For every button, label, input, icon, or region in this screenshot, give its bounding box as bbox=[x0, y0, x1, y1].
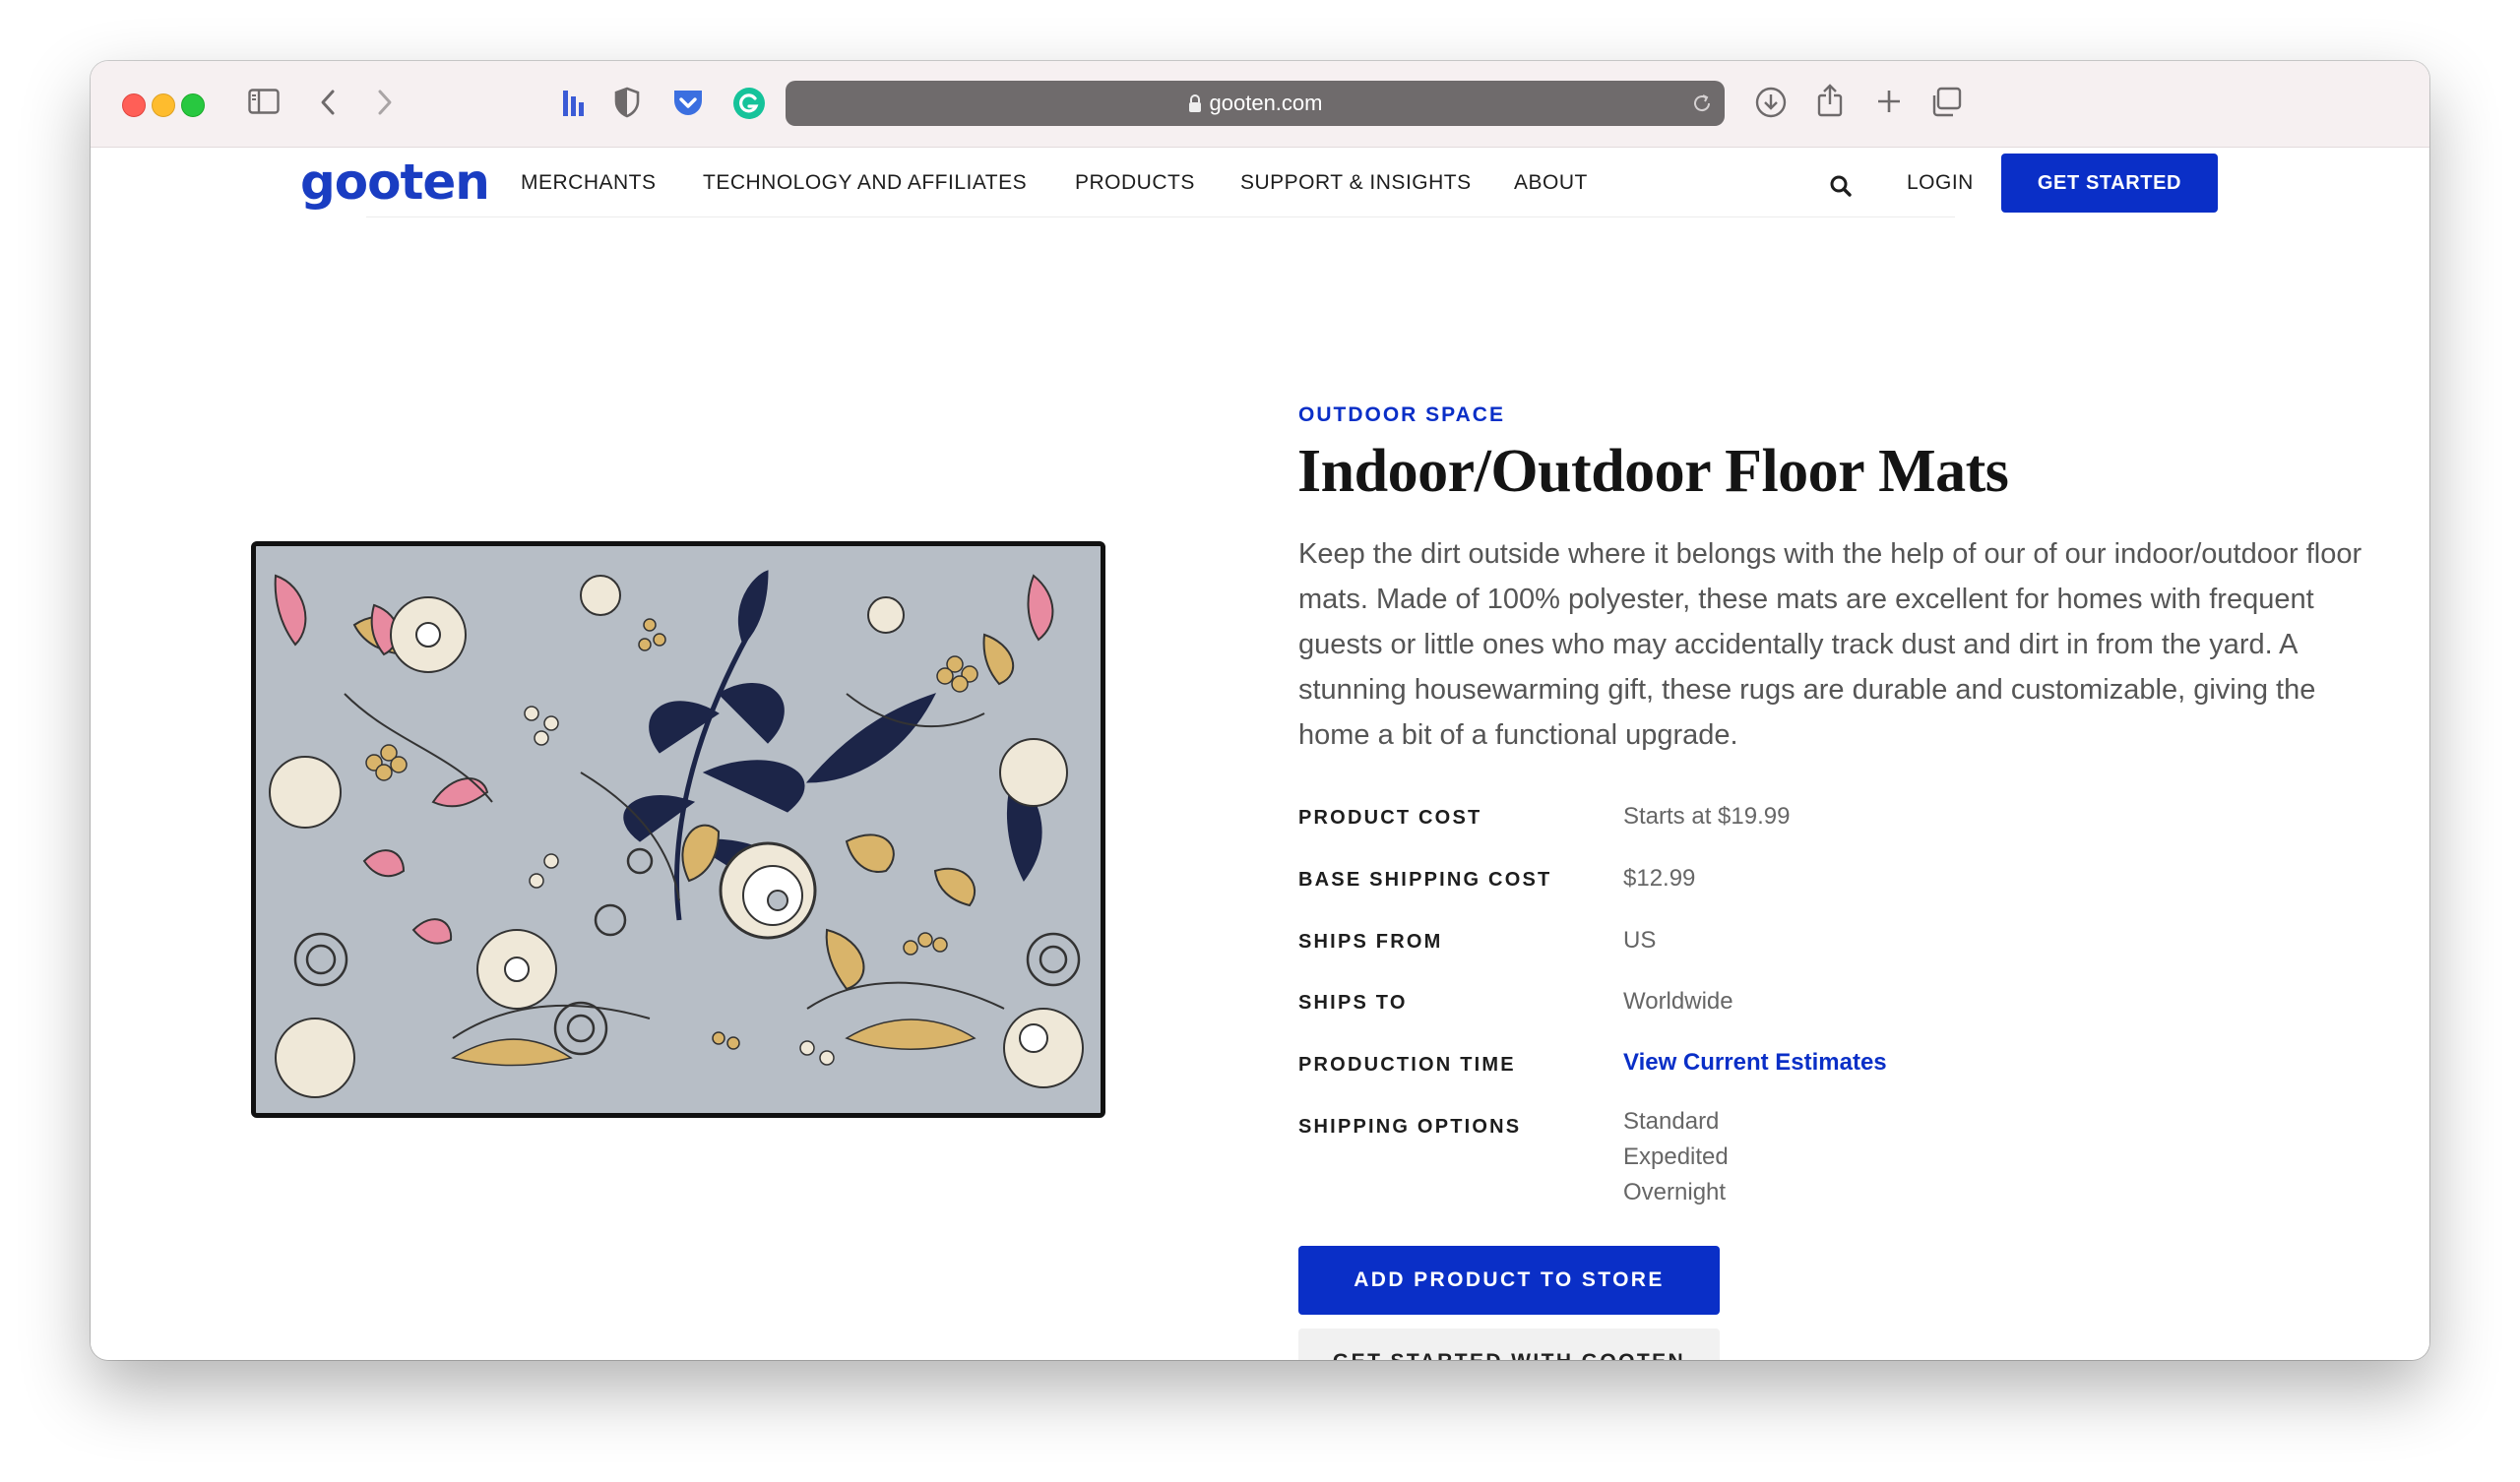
minimize-window-button[interactable] bbox=[152, 93, 175, 117]
nav-about[interactable]: ABOUT bbox=[1514, 171, 1588, 195]
get-started-with-gooten-button[interactable]: GET STARTED WITH GOOTEN bbox=[1298, 1328, 1720, 1360]
lock-icon bbox=[1188, 93, 1202, 113]
product-title: Indoor/Outdoor Floor Mats bbox=[1297, 438, 2009, 505]
web-page: gooten MERCHANTS TECHNOLOGY AND AFFILIAT… bbox=[91, 148, 2429, 1360]
url-text: gooten.com bbox=[1209, 91, 1323, 115]
spec-label-base-shipping: BASE SHIPPING COST bbox=[1298, 869, 1552, 891]
spec-value-ships-from: US bbox=[1623, 927, 1657, 954]
spec-label-product-cost: PRODUCT COST bbox=[1298, 807, 1482, 829]
spec-value-base-shipping: $12.99 bbox=[1623, 865, 1696, 892]
nav-technology-affiliates[interactable]: TECHNOLOGY AND AFFILIATES bbox=[703, 171, 1027, 195]
search-icon[interactable] bbox=[1829, 174, 1853, 203]
browser-window: gooten.com gooten MERCHANTS TECHNOLOGY A… bbox=[91, 61, 2429, 1360]
back-icon[interactable] bbox=[319, 89, 337, 116]
spec-value-shipping-options: Standard Expedited Overnight bbox=[1623, 1104, 1729, 1210]
spec-value-product-cost: Starts at $19.99 bbox=[1623, 803, 1791, 830]
spec-label-ships-to: SHIPS TO bbox=[1298, 992, 1408, 1014]
spec-value-ships-to: Worldwide bbox=[1623, 988, 1733, 1015]
login-link[interactable]: LOGIN bbox=[1907, 171, 1974, 195]
product-image-floor-mat bbox=[251, 541, 1105, 1118]
grammarly-icon[interactable] bbox=[732, 87, 766, 120]
spec-label-shipping-options: SHIPPING OPTIONS bbox=[1298, 1116, 1522, 1138]
pocket-icon[interactable] bbox=[671, 87, 705, 118]
nav-divider bbox=[366, 216, 1955, 217]
close-window-button[interactable] bbox=[122, 93, 146, 117]
bookmark-icon[interactable] bbox=[561, 87, 587, 118]
share-icon[interactable] bbox=[1815, 83, 1845, 118]
view-current-estimates-link[interactable]: View Current Estimates bbox=[1623, 1049, 1887, 1077]
shield-icon[interactable] bbox=[614, 87, 640, 118]
reload-icon[interactable] bbox=[1691, 93, 1713, 120]
product-description: Keep the dirt outside where it belongs w… bbox=[1298, 538, 2362, 751]
add-product-to-store-button[interactable]: ADD PRODUCT TO STORE bbox=[1298, 1246, 1720, 1315]
browser-toolbar: gooten.com bbox=[91, 61, 2429, 148]
sidebar-icon[interactable] bbox=[248, 89, 280, 114]
get-started-button[interactable]: GET STARTED bbox=[2001, 154, 2218, 213]
product-category[interactable]: OUTDOOR SPACE bbox=[1298, 403, 1505, 427]
shipping-option-overnight: Overnight bbox=[1623, 1179, 1727, 1205]
forward-icon[interactable] bbox=[376, 89, 394, 116]
zoom-window-button[interactable] bbox=[181, 93, 205, 117]
address-bar[interactable]: gooten.com bbox=[786, 81, 1725, 126]
shipping-option-expedited: Expedited bbox=[1623, 1143, 1729, 1170]
shipping-option-standard: Standard bbox=[1623, 1108, 1720, 1135]
spec-label-production-time: PRODUCTION TIME bbox=[1298, 1054, 1516, 1076]
spec-label-ships-from: SHIPS FROM bbox=[1298, 931, 1443, 953]
nav-support-insights[interactable]: SUPPORT & INSIGHTS bbox=[1240, 171, 1472, 195]
new-tab-icon[interactable] bbox=[1874, 87, 1904, 116]
download-icon[interactable] bbox=[1754, 86, 1788, 119]
gooten-logo[interactable]: gooten bbox=[300, 154, 490, 211]
nav-merchants[interactable]: MERCHANTS bbox=[521, 171, 657, 195]
tabs-overview-icon[interactable] bbox=[1929, 86, 1963, 119]
nav-products[interactable]: PRODUCTS bbox=[1075, 171, 1195, 195]
